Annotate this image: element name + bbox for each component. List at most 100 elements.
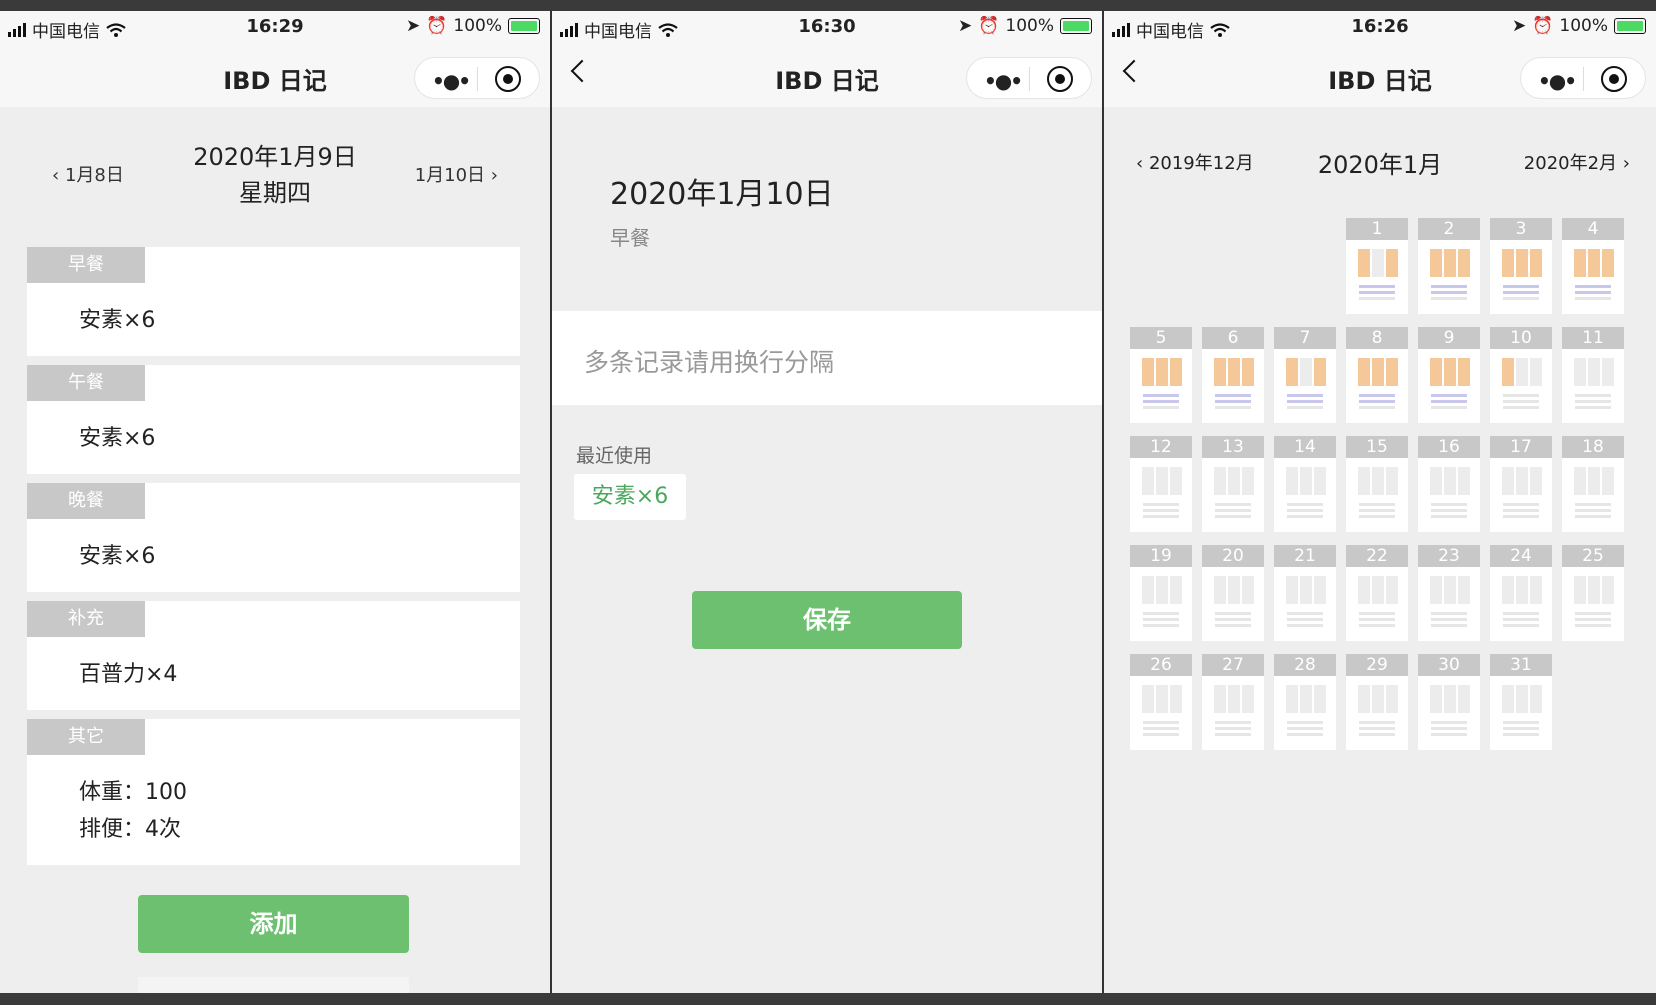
alarm-icon: ⏰ <box>1532 16 1554 36</box>
meal-indicator <box>1372 467 1384 495</box>
calendar-day-cell[interactable]: 30 <box>1418 654 1480 750</box>
more-icon[interactable]: •●• <box>984 69 1023 93</box>
note-indicator <box>1359 733 1395 736</box>
note-indicator <box>1215 515 1251 518</box>
calendar-day-cell[interactable]: 20 <box>1202 545 1264 641</box>
calendar-day-cell[interactable]: 11 <box>1562 327 1624 423</box>
note-indicator <box>1431 618 1467 621</box>
meal-indicator <box>1458 467 1470 495</box>
day-number: 3 <box>1490 218 1552 240</box>
note-indicator <box>1359 400 1395 403</box>
meal-card-dinner[interactable]: 晚餐 安素×6 <box>27 483 520 592</box>
next-month-link[interactable]: 2020年2月 › <box>1524 149 1630 175</box>
meal-indicator <box>1458 249 1470 277</box>
note-indicator <box>1503 618 1539 621</box>
day-number: 13 <box>1202 436 1264 458</box>
meal-indicator <box>1588 467 1600 495</box>
meal-indicator <box>1386 467 1398 495</box>
meal-indicator <box>1502 358 1514 386</box>
note-indicator <box>1143 618 1179 621</box>
calendar-day-cell[interactable]: 22 <box>1346 545 1408 641</box>
meal-indicator <box>1156 358 1168 386</box>
meal-card-other[interactable]: 其它 体重：100 排便：4次 <box>27 719 520 865</box>
calendar-day-cell[interactable]: 7 <box>1274 327 1336 423</box>
calendar-day-cell[interactable]: 13 <box>1202 436 1264 532</box>
meal-indicator <box>1242 358 1254 386</box>
calendar-day-cell[interactable]: 25 <box>1562 545 1624 641</box>
calendar-day-cell[interactable]: 4 <box>1562 218 1624 314</box>
chevron-right-icon: › <box>1622 153 1630 174</box>
day-number: 9 <box>1418 327 1480 349</box>
calendar-day-cell[interactable]: 26 <box>1130 654 1192 750</box>
next-day-label: 1月10日 <box>414 165 486 186</box>
entry-textarea[interactable]: 多条记录请用换行分隔 <box>552 311 1102 405</box>
note-indicator <box>1287 400 1323 403</box>
close-circle-icon[interactable] <box>1047 66 1073 92</box>
note-indicator <box>1503 721 1539 724</box>
meal-indicator <box>1502 249 1514 277</box>
meal-card-supplement[interactable]: 补充 百普力×4 <box>27 601 520 710</box>
note-indicator <box>1359 291 1395 294</box>
calendar-day-cell[interactable]: 6 <box>1202 327 1264 423</box>
meal-indicator <box>1430 358 1442 386</box>
note-indicator <box>1143 509 1179 512</box>
more-icon[interactable]: •●• <box>432 69 471 93</box>
meal-indicator <box>1502 576 1514 604</box>
note-indicator <box>1503 503 1539 506</box>
calendar-day-cell[interactable]: 21 <box>1274 545 1336 641</box>
day-number: 17 <box>1490 436 1552 458</box>
calendar-day-cell[interactable]: 1 <box>1346 218 1408 314</box>
meal-indicator <box>1444 249 1456 277</box>
note-indicator <box>1287 721 1323 724</box>
meal-indicator <box>1372 249 1384 277</box>
calendar-day-cell[interactable]: 31 <box>1490 654 1552 750</box>
close-circle-icon[interactable] <box>495 66 521 92</box>
note-indicator <box>1575 612 1611 615</box>
note-indicator <box>1431 515 1467 518</box>
calendar-day-cell[interactable]: 29 <box>1346 654 1408 750</box>
note-indicator <box>1431 400 1467 403</box>
calendar-day-cell[interactable]: 23 <box>1418 545 1480 641</box>
calendar-day-cell[interactable]: 8 <box>1346 327 1408 423</box>
calendar-day-cell[interactable]: 28 <box>1274 654 1336 750</box>
calendar-day-cell[interactable]: 14 <box>1274 436 1336 532</box>
add-button[interactable]: 添加 <box>138 895 409 953</box>
day-number: 24 <box>1490 545 1552 567</box>
calendar-day-cell[interactable]: 19 <box>1130 545 1192 641</box>
close-circle-icon[interactable] <box>1601 66 1627 92</box>
note-indicator <box>1431 406 1467 409</box>
calendar-day-cell[interactable]: 12 <box>1130 436 1192 532</box>
calendar-day-cell[interactable]: 2 <box>1418 218 1480 314</box>
meal-card-lunch[interactable]: 午餐 安素×6 <box>27 365 520 474</box>
entry-header: 2020年1月10日 早餐 <box>552 107 1102 305</box>
next-day-link[interactable]: 1月10日 › <box>415 161 498 187</box>
day-number: 15 <box>1346 436 1408 458</box>
note-indicator <box>1215 721 1251 724</box>
calendar-day-cell[interactable]: 10 <box>1490 327 1552 423</box>
note-indicator <box>1431 285 1467 288</box>
note-indicator <box>1143 400 1179 403</box>
calendar-day-cell[interactable]: 27 <box>1202 654 1264 750</box>
menu-capsule: •●• <box>1520 57 1646 99</box>
calendar-day-cell[interactable]: 24 <box>1490 545 1552 641</box>
note-indicator <box>1143 406 1179 409</box>
more-icon[interactable]: •●• <box>1538 69 1577 93</box>
calendar-day-cell[interactable]: 17 <box>1490 436 1552 532</box>
calendar-day-cell[interactable]: 9 <box>1418 327 1480 423</box>
calendar-day-cell[interactable]: 3 <box>1490 218 1552 314</box>
note-indicator <box>1575 624 1611 627</box>
recent-chip[interactable]: 安素×6 <box>574 474 686 520</box>
meal-card-breakfast[interactable]: 早餐 安素×6 <box>27 247 520 356</box>
save-button[interactable]: 保存 <box>692 591 962 649</box>
note-indicator <box>1359 285 1395 288</box>
nav-bar: IBD 日记 •●• <box>1104 43 1656 107</box>
calendar-day-cell[interactable]: 15 <box>1346 436 1408 532</box>
calendar-day-cell[interactable]: 18 <box>1562 436 1624 532</box>
note-indicator <box>1431 727 1467 730</box>
note-indicator <box>1359 406 1395 409</box>
calendar-day-cell[interactable]: 16 <box>1418 436 1480 532</box>
meal-indicator <box>1170 358 1182 386</box>
day-number: 16 <box>1418 436 1480 458</box>
day-number: 11 <box>1562 327 1624 349</box>
calendar-day-cell[interactable]: 5 <box>1130 327 1192 423</box>
